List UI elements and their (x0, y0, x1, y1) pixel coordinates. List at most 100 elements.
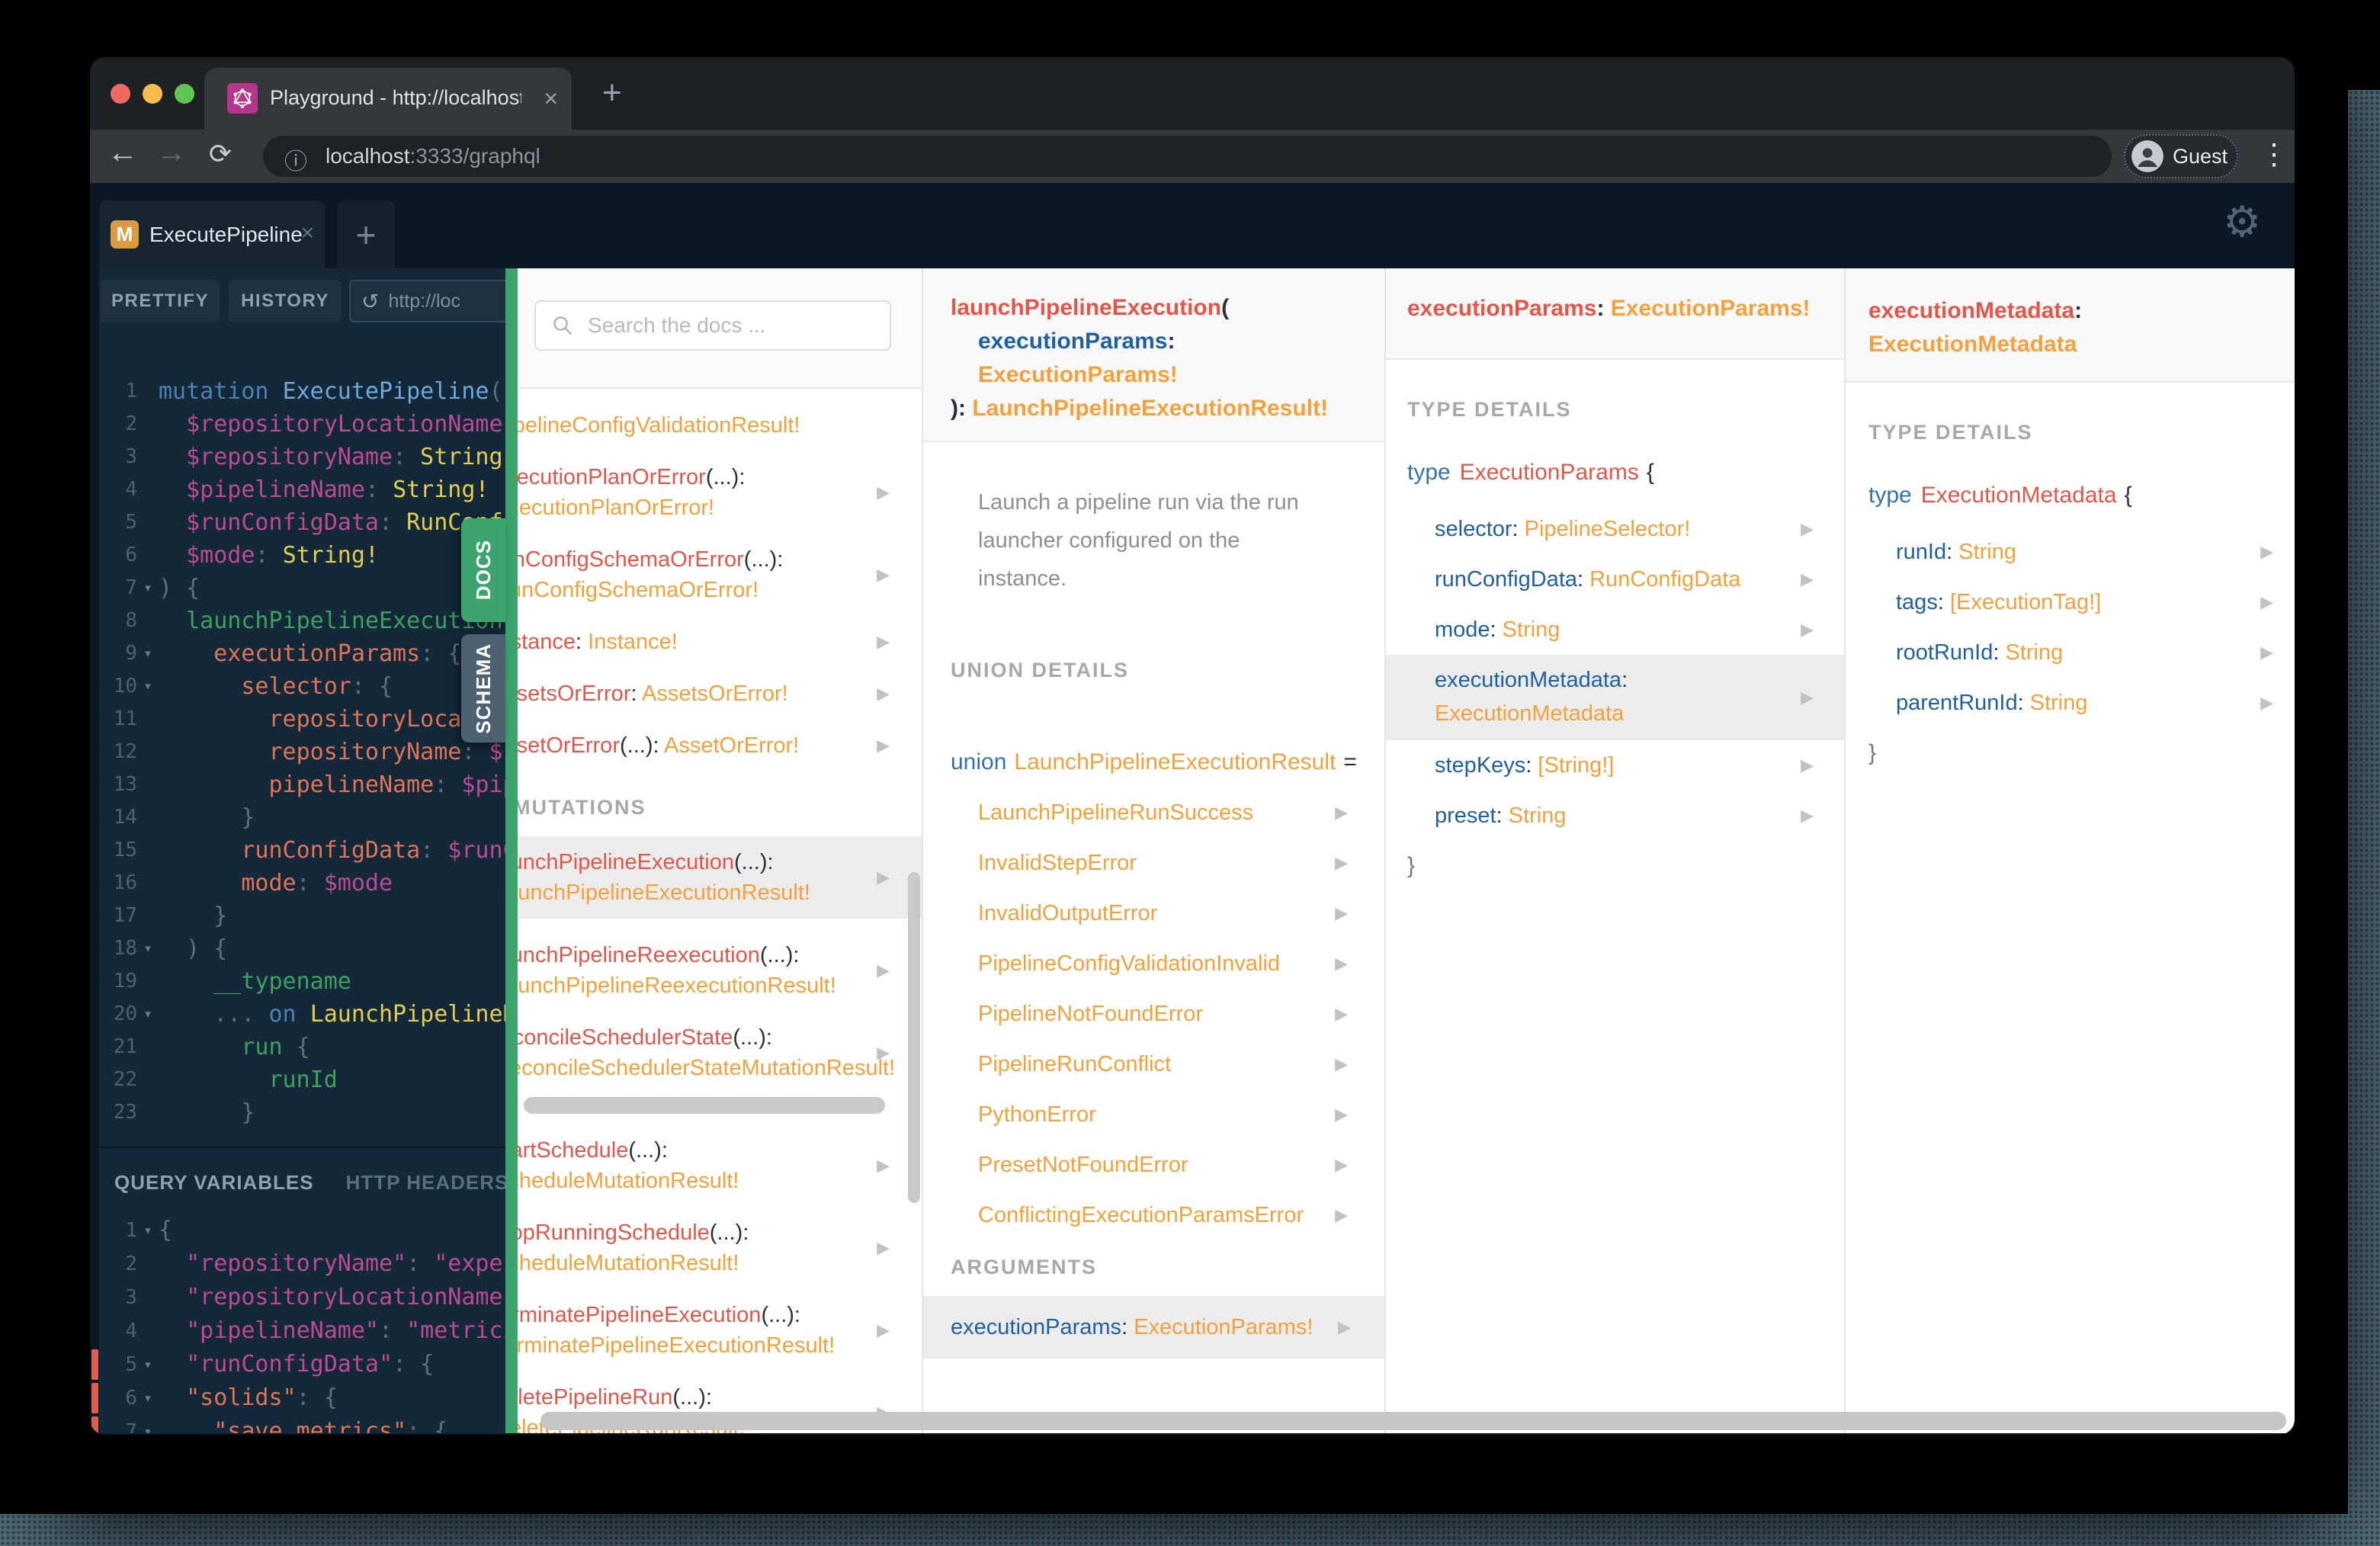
tab-docs[interactable]: DOCS (461, 518, 505, 622)
fold-arrow-icon[interactable]: ▾ (137, 932, 159, 965)
browser-tab[interactable]: Playground - http://localhost:3 × (204, 68, 572, 130)
docs-list-item[interactable]: startSchedule(...): ScheduleMutationResul… (518, 1135, 922, 1196)
docs-list-item[interactable]: instance: Instance!▶ (518, 627, 922, 657)
argument-row[interactable]: executionParams: ExecutionParams! ▶ (923, 1296, 1384, 1358)
query-code-line[interactable]: 5 $runConfigData: RunConfigData! (99, 506, 505, 539)
query-code-line[interactable]: 1 mutation ExecutePipeline( (99, 375, 505, 408)
window-close-button[interactable] (111, 84, 130, 104)
settings-gear-icon[interactable]: ⚙ (2223, 197, 2261, 247)
union-member[interactable]: InvalidOutputError ▶ (923, 888, 1384, 938)
fold-arrow-icon[interactable]: ▾ (137, 1415, 159, 1433)
query-code-line[interactable]: 16 mode: $mode (99, 867, 505, 900)
tab-schema[interactable]: SCHEMA (461, 634, 505, 743)
variables-code-line[interactable]: 2 "repositoryName": "exper (99, 1247, 505, 1281)
query-editor[interactable]: 1 mutation ExecutePipeline(2 $repositoryL… (99, 375, 505, 1129)
variables-code-line[interactable]: 5 ▾ "runConfigData": { (99, 1348, 505, 1381)
tab-close-icon[interactable]: × (544, 85, 558, 113)
tab-query-variables[interactable]: QUERY VARIABLES (114, 1171, 314, 1194)
type-field-row[interactable]: mode: String ▶ (1386, 605, 1844, 655)
variables-code-line[interactable]: 1 ▾{ (99, 1214, 505, 1247)
docs-list-item[interactable]: terminatePipelineExecution(...): Terminat… (518, 1300, 922, 1361)
query-code-line[interactable]: 12 repositoryName: $repositoryName (99, 736, 505, 768)
query-code-line[interactable]: 19 __typename (99, 965, 505, 998)
type-field-row[interactable]: tags: [ExecutionTag!] ▶ (1846, 577, 2295, 627)
union-member[interactable]: InvalidStepError ▶ (923, 838, 1384, 888)
variables-code-line[interactable]: 7 ▾ "save_metrics": { (99, 1415, 505, 1433)
playground-tab-close-icon[interactable]: × (300, 220, 314, 246)
docs-list-item[interactable]: launchPipelineReexecution(...): LaunchPip… (518, 940, 922, 1001)
query-code-line[interactable]: 21 run { (99, 1031, 505, 1063)
fold-arrow-icon[interactable]: ▾ (137, 1214, 159, 1247)
type-field-row[interactable]: runConfigData: RunConfigData ▶ (1386, 554, 1844, 605)
query-code-line[interactable]: 11 repositoryLocationName: $repositoryLo… (99, 703, 505, 736)
docs-list-item[interactable]: reconcileSchedulerState(...): ReconcileSc… (518, 1022, 922, 1083)
query-code-line[interactable]: 23 } (99, 1096, 505, 1129)
query-code-line[interactable]: 8 launchPipelineExecution( (99, 605, 505, 637)
query-code-line[interactable]: 13 pipelineName: $pipelineName (99, 768, 505, 801)
browser-menu-button[interactable]: ⋮ (2260, 137, 2289, 172)
search-input[interactable] (588, 313, 862, 338)
query-code-line[interactable]: 20▾ ... on LaunchPipelineRunSuccess { (99, 998, 505, 1031)
type-field-row[interactable]: stepKeys: [String!] ▶ (1386, 740, 1844, 791)
type-field-row[interactable]: executionMetadata: ExecutionMetadata ▶ (1386, 655, 1844, 740)
docs-list-item[interactable]: executionPlanOrError(...): ExecutionPlanO… (518, 462, 922, 523)
union-member[interactable]: PresetNotFoundError ▶ (923, 1140, 1384, 1190)
docs-list-item[interactable]: runConfigSchemaOrError(...): RunConfigSch… (518, 544, 922, 605)
fold-arrow-icon[interactable]: ▾ (137, 637, 159, 670)
union-member[interactable]: ConflictingExecutionParamsError ▶ (923, 1190, 1384, 1240)
fold-arrow-icon[interactable]: ▾ (137, 1348, 159, 1381)
fold-arrow-icon[interactable]: ▾ (137, 998, 159, 1031)
reload-button[interactable]: ⟳ (200, 138, 241, 170)
address-bar[interactable]: ⓘ localhost:3333/graphql (263, 136, 2112, 177)
fold-arrow-icon[interactable]: ▾ (137, 572, 159, 605)
docs-panel-edge[interactable] (505, 268, 518, 1433)
query-code-line[interactable]: 7 ▾) { (99, 572, 505, 605)
query-code-line[interactable]: 3 $repositoryName: String! (99, 441, 505, 473)
type-field-row[interactable]: preset: String ▶ (1386, 791, 1844, 841)
endpoint-reload-icon[interactable]: ↺ (361, 289, 379, 314)
docs-list-horizontal-scrollbar[interactable] (524, 1097, 885, 1114)
query-code-line[interactable]: 2 $repositoryLocationName: String! (99, 408, 505, 441)
fold-arrow-icon[interactable]: ▾ (137, 1381, 159, 1415)
forward-button[interactable]: → (151, 136, 192, 170)
variables-editor[interactable]: 1▾{2 "repositoryName": "exper3 "reposito… (99, 1214, 505, 1433)
variables-code-line[interactable]: 6 ▾ "solids": { (99, 1381, 505, 1415)
profile-button[interactable]: Guest (2124, 134, 2238, 178)
query-code-line[interactable]: 14 } (99, 801, 505, 834)
docs-horizontal-scrollbar[interactable] (540, 1412, 2286, 1430)
fold-arrow-icon[interactable]: ▾ (137, 670, 159, 703)
docs-list-item[interactable]: assetsOrError: AssetsOrError!▶ (518, 678, 922, 709)
type-field-row[interactable]: parentRunId: String ▶ (1846, 678, 2295, 728)
query-code-line[interactable]: 22 runId (99, 1063, 505, 1096)
type-field-row[interactable]: rootRunId: String ▶ (1846, 627, 2295, 678)
window-minimize-button[interactable] (143, 84, 162, 104)
variables-code-line[interactable]: 3 "repositoryLocationName": (99, 1281, 505, 1314)
endpoint-input[interactable]: ↺ http://loc (349, 280, 505, 322)
add-tab-button[interactable]: + (337, 200, 395, 268)
playground-tab[interactable]: M ExecutePipeline × (99, 200, 325, 268)
new-tab-button[interactable]: + (602, 74, 622, 112)
query-code-line[interactable]: 10 ▾ selector: { (99, 670, 505, 703)
docs-list-vertical-scrollbar[interactable] (908, 872, 920, 1203)
union-member[interactable]: PipelineNotFoundError ▶ (923, 989, 1384, 1039)
window-zoom-button[interactable] (175, 84, 194, 104)
type-field-row[interactable]: selector: PipelineSelector! ▶ (1386, 504, 1844, 554)
page-info-icon[interactable]: ⓘ (284, 143, 307, 176)
query-code-line[interactable]: 18 ▾ ) { (99, 932, 505, 965)
back-button[interactable]: ← (102, 136, 143, 170)
history-button[interactable]: HISTORY (229, 280, 342, 322)
query-code-line[interactable]: 4 $pipelineName: String! (99, 473, 505, 506)
union-member[interactable]: PythonError ▶ (923, 1089, 1384, 1140)
docs-search-box[interactable] (534, 300, 891, 351)
docs-list-item[interactable]: stopRunningSchedule(...): ScheduleMutatio… (518, 1217, 922, 1278)
prettify-button[interactable]: PRETTIFY (101, 280, 220, 322)
type-field-row[interactable]: runId: String ▶ (1846, 527, 2295, 577)
variables-code-line[interactable]: 4 "pipelineName": "metrics (99, 1314, 505, 1348)
query-code-line[interactable]: 15 runConfigData: $runConfigData (99, 834, 505, 867)
tab-http-headers[interactable]: HTTP HEADERS (346, 1171, 505, 1194)
union-member[interactable]: PipelineRunConflict ▶ (923, 1039, 1384, 1089)
query-code-line[interactable]: 6 $mode: String! (99, 539, 505, 572)
docs-list-item[interactable]: PipelineConfigValidationResult! (518, 410, 922, 441)
docs-list-item[interactable]: assetOrError(...): AssetOrError!▶ (518, 730, 922, 761)
query-code-line[interactable]: 9 ▾ executionParams: { (99, 637, 505, 670)
